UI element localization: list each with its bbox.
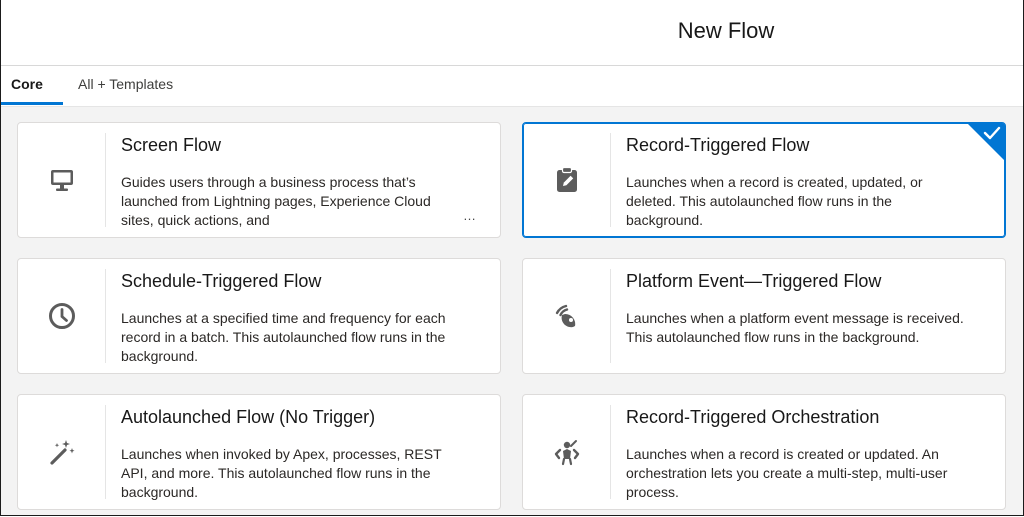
card-title: Screen Flow bbox=[121, 135, 222, 155]
clock-icon bbox=[18, 259, 106, 373]
card-description: Launches when a record is created or upd… bbox=[626, 446, 948, 500]
flow-card-schedule-triggered-flow[interactable]: Schedule-Triggered Flow Launches at a sp… bbox=[17, 258, 501, 374]
flow-card-autolaunched-flow[interactable]: Autolaunched Flow (No Trigger) Launches … bbox=[17, 394, 501, 510]
card-divider bbox=[105, 133, 106, 227]
card-divider bbox=[610, 405, 611, 499]
flow-card-screen-flow[interactable]: Screen Flow Guides users through a busin… bbox=[17, 122, 501, 238]
desktop-icon bbox=[18, 123, 106, 237]
platform-event-icon bbox=[523, 259, 611, 373]
card-title: Autolaunched Flow (No Trigger) bbox=[121, 407, 376, 427]
new-flow-modal: New Flow Core All + Templates Screen Flo… bbox=[0, 0, 1024, 516]
card-title: Platform Event—Triggered Flow bbox=[626, 271, 882, 291]
modal-header: New Flow bbox=[1, 0, 1023, 66]
flow-card-record-triggered-flow[interactable]: Record-Triggered Flow Launches when a re… bbox=[522, 122, 1006, 238]
flow-card-record-triggered-orchestration[interactable]: Record-Triggered Orchestration Launches … bbox=[522, 394, 1006, 510]
active-tab-indicator bbox=[1, 102, 63, 105]
flow-card-platform-event-triggered-flow[interactable]: Platform Event—Triggered Flow Launches w… bbox=[522, 258, 1006, 374]
flow-type-grid: Screen Flow Guides users through a busin… bbox=[1, 107, 1023, 515]
card-divider bbox=[105, 269, 106, 363]
page-title: New Flow bbox=[677, 18, 775, 43]
card-description: Guides users through a business process … bbox=[121, 174, 431, 228]
card-title: Schedule-Triggered Flow bbox=[121, 271, 322, 291]
card-divider bbox=[105, 405, 106, 499]
tab-core[interactable]: Core bbox=[11, 66, 43, 104]
orchestration-icon bbox=[523, 395, 611, 509]
card-title: Record-Triggered Flow bbox=[626, 135, 810, 155]
clipboard-edit-icon bbox=[523, 123, 611, 237]
checkmark-icon bbox=[983, 126, 1001, 140]
card-description: Launches when a platform event message i… bbox=[626, 310, 964, 345]
card-divider bbox=[610, 133, 611, 227]
card-description: Launches when invoked by Apex, processes… bbox=[121, 446, 442, 500]
magic-wand-icon bbox=[18, 395, 106, 509]
card-divider bbox=[610, 269, 611, 363]
tab-bar: Core All + Templates bbox=[1, 66, 1023, 107]
more-text-ellipsis: … bbox=[463, 208, 476, 223]
card-description: Launches when a record is created, updat… bbox=[626, 174, 923, 228]
card-title: Record-Triggered Orchestration bbox=[626, 407, 880, 427]
card-description: Launches at a specified time and frequen… bbox=[121, 310, 446, 364]
tab-all-templates[interactable]: All + Templates bbox=[78, 66, 173, 104]
